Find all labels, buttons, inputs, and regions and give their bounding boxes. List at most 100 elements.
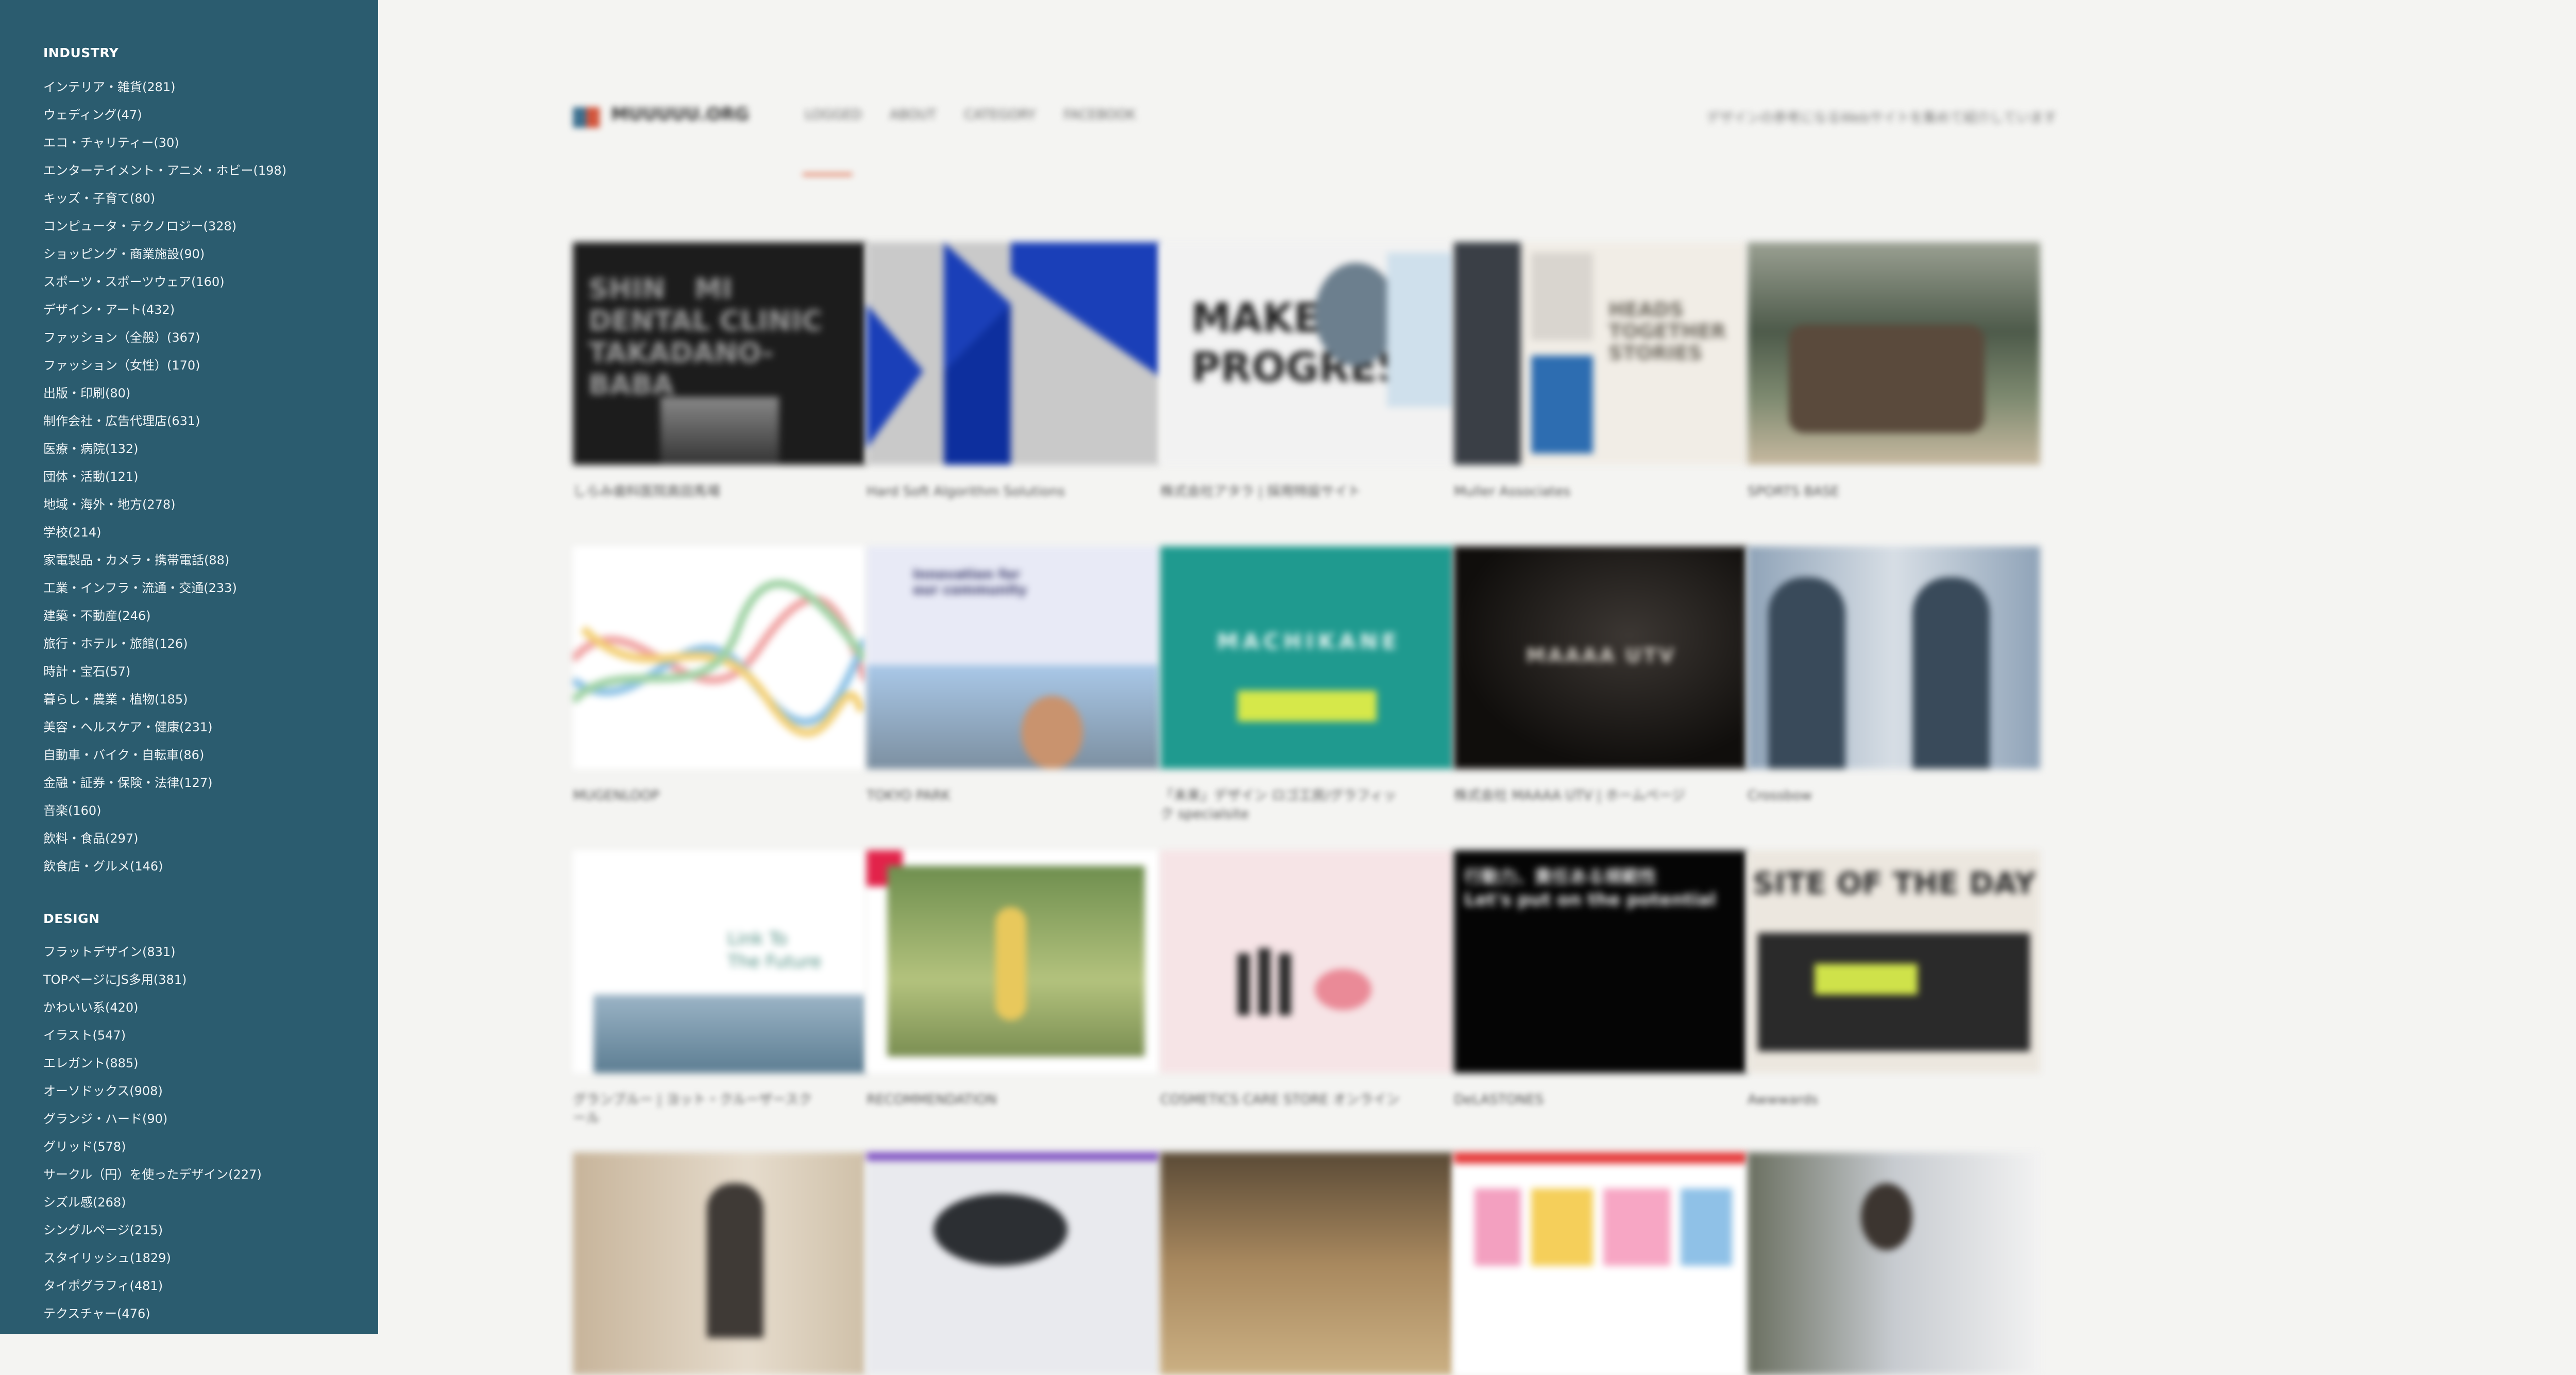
industry-category-item[interactable]: コンピュータ・テクノロジー(328) <box>43 212 286 240</box>
card-thumbnail[interactable]: SHIN MI DENTAL CLINIC TAKADANO- BABA <box>573 242 866 465</box>
card-thumbnail[interactable]: MAKE PROGRESS <box>1160 242 1453 465</box>
industry-category-item[interactable]: 出版・印刷(80) <box>43 379 286 407</box>
design-category-item[interactable]: スタイリッシュ(1829) <box>43 1244 262 1272</box>
card-caption[interactable]: Crossbow <box>1748 786 1995 805</box>
card-thumbnail[interactable]: SITE OF THE DAY <box>1748 850 2040 1073</box>
gallery-card[interactable]: SHIN MI DENTAL CLINIC TAKADANO- BABA しらみ… <box>573 242 866 501</box>
card-thumbnail[interactable]: MAAAA UTV <box>1454 546 1747 769</box>
card-thumbnail[interactable] <box>573 1152 866 1375</box>
card-thumbnail[interactable] <box>867 242 1159 465</box>
card-caption[interactable]: 株式会社 MAAAA UTV | ホームページ <box>1454 786 1701 805</box>
industry-category-item[interactable]: 金融・証券・保険・法律(127) <box>43 769 286 797</box>
design-category-item[interactable]: イラスト(547) <box>43 1021 262 1049</box>
card-caption[interactable]: DeLASTONES <box>1454 1091 1701 1109</box>
card-caption[interactable]: グランブルー | ヨット・クルーザースクール <box>573 1091 820 1128</box>
card-caption[interactable]: Muller Associates <box>1454 482 1701 501</box>
card-thumbnail[interactable] <box>1748 546 2040 769</box>
card-caption[interactable]: しらみ歯科医院高田馬場 <box>573 482 820 501</box>
industry-category-item[interactable]: ファッション（女性）(170) <box>43 351 286 379</box>
design-category-item[interactable]: シズル感(268) <box>43 1188 262 1216</box>
nav-item-facebook[interactable]: FACEBOOK <box>1063 107 1136 123</box>
gallery-card[interactable]: SPORTS BASE <box>1748 242 2040 501</box>
industry-category-item[interactable]: 時計・宝石(57) <box>43 658 286 685</box>
gallery-card[interactable] <box>1748 1152 2040 1375</box>
gallery-card[interactable]: MAAAA UTV 株式会社 MAAAA UTV | ホームページ <box>1454 546 1747 805</box>
gallery-card[interactable] <box>1454 1152 1747 1375</box>
card-thumbnail[interactable]: HEADS TOGETHER STORIES <box>1454 242 1747 465</box>
card-caption[interactable]: Awwwards <box>1748 1091 1995 1109</box>
nav-item-about[interactable]: ABOUT <box>890 107 937 123</box>
gallery-card[interactable]: SITE OF THE DAY Awwwards <box>1748 850 2040 1109</box>
industry-category-item[interactable]: エコ・チャリティー(30) <box>43 129 286 157</box>
industry-category-item[interactable]: 地域・海外・地方(278) <box>43 491 286 518</box>
gallery-card[interactable]: Link To The Future グランブルー | ヨット・クルーザースクー… <box>573 850 866 1128</box>
gallery-card[interactable] <box>573 1152 866 1375</box>
card-thumbnail[interactable]: Innovation for our community <box>867 546 1159 769</box>
card-caption[interactable]: Hard Soft Algorithm Solutions <box>867 482 1114 501</box>
design-category-item[interactable]: シングルページ(215) <box>43 1216 262 1244</box>
logo-icon[interactable] <box>573 107 600 128</box>
industry-category-item[interactable]: 制作会社・広告代理店(631) <box>43 407 286 435</box>
card-caption[interactable]: COSMETICS CARE STORE オンライン <box>1160 1091 1408 1109</box>
design-category-item[interactable]: かわいい系(420) <box>43 994 262 1021</box>
industry-category-item[interactable]: ファッション（全般）(367) <box>43 324 286 351</box>
industry-category-item[interactable]: インテリア・雑貨(281) <box>43 73 286 101</box>
industry-category-item[interactable]: ウェディング(47) <box>43 101 286 129</box>
gallery-card[interactable]: COSMETICS CARE STORE オンライン <box>1160 850 1453 1109</box>
gallery-card[interactable] <box>867 1152 1159 1375</box>
gallery-card[interactable]: Hard Soft Algorithm Solutions <box>867 242 1159 501</box>
gallery-card[interactable]: Innovation for our community TOKYO PARK <box>867 546 1159 805</box>
card-caption[interactable]: MUGENLOOP <box>573 786 820 805</box>
design-category-item[interactable]: グランジ・ハード(90) <box>43 1105 262 1133</box>
industry-category-item[interactable]: 美容・ヘルスケア・健康(231) <box>43 713 286 741</box>
industry-category-item[interactable]: 音楽(160) <box>43 797 286 825</box>
gallery-card[interactable]: MUGENLOOP <box>573 546 866 805</box>
industry-category-item[interactable]: 学校(214) <box>43 518 286 546</box>
industry-category-item[interactable]: 暮らし・農業・植物(185) <box>43 685 286 713</box>
industry-category-item[interactable]: 建築・不動産(246) <box>43 602 286 630</box>
industry-category-item[interactable]: ショッピング・商業施設(90) <box>43 240 286 268</box>
design-category-item[interactable]: TOPページにJS多用(381) <box>43 966 262 994</box>
industry-category-item[interactable]: 飲食店・グルメ(146) <box>43 852 286 880</box>
card-thumbnail[interactable] <box>1748 1152 2040 1375</box>
industry-category-item[interactable]: 家電製品・カメラ・携帯電話(88) <box>43 546 286 574</box>
industry-category-item[interactable]: キッズ・子育て(80) <box>43 185 286 212</box>
design-category-item[interactable]: エレガント(885) <box>43 1049 262 1077</box>
card-thumbnail[interactable] <box>1748 242 2040 465</box>
card-caption[interactable]: RECOMMENDATION <box>867 1091 1114 1109</box>
site-logo-text[interactable]: MUUUUU.ORG <box>611 104 749 125</box>
nav-item-category[interactable]: CATEGORY <box>964 107 1036 123</box>
industry-category-item[interactable]: 自動車・バイク・自転車(86) <box>43 741 286 769</box>
industry-category-item[interactable]: 団体・活動(121) <box>43 463 286 491</box>
card-thumbnail[interactable] <box>1160 850 1453 1073</box>
card-thumbnail[interactable]: 行動力、責任ある規範性 Let's put on the potential <box>1454 850 1747 1073</box>
industry-category-item[interactable]: 医療・病院(132) <box>43 435 286 463</box>
card-caption[interactable]: 「未来」デザイン ロゴ工房/グラフィック specialsite <box>1160 786 1408 824</box>
nav-item-logged[interactable]: LOGGED <box>805 107 862 123</box>
gallery-card[interactable]: MACHIKANE 「未来」デザイン ロゴ工房/グラフィック specialsi… <box>1160 546 1453 824</box>
card-caption[interactable]: SPORTS BASE <box>1748 482 1995 501</box>
industry-category-item[interactable]: 工業・インフラ・流通・交通(233) <box>43 574 286 602</box>
card-thumbnail[interactable]: MACHIKANE <box>1160 546 1453 769</box>
card-thumbnail[interactable] <box>1160 1152 1453 1375</box>
gallery-card[interactable]: 行動力、責任ある規範性 Let's put on the potential D… <box>1454 850 1747 1109</box>
card-thumbnail[interactable] <box>867 850 1159 1073</box>
industry-category-item[interactable]: 旅行・ホテル・旅館(126) <box>43 630 286 658</box>
card-thumbnail[interactable] <box>867 1152 1159 1375</box>
gallery-card[interactable]: HEADS TOGETHER STORIES Muller Associates <box>1454 242 1747 501</box>
gallery-card[interactable]: Crossbow <box>1748 546 2040 805</box>
card-thumbnail[interactable]: Link To The Future <box>573 850 866 1073</box>
card-caption[interactable]: 株式会社アタラ | 採用特設サイト <box>1160 482 1408 501</box>
industry-category-item[interactable]: エンターテイメント・アニメ・ホビー(198) <box>43 157 286 185</box>
card-thumbnail[interactable] <box>573 546 866 769</box>
card-thumbnail[interactable] <box>1454 1152 1747 1375</box>
industry-category-item[interactable]: デザイン・アート(432) <box>43 296 286 324</box>
design-category-item[interactable]: タイポグラフィ(481) <box>43 1272 262 1300</box>
card-caption[interactable]: TOKYO PARK <box>867 786 1114 805</box>
design-category-item[interactable]: テクスチャー(476) <box>43 1300 262 1328</box>
gallery-card[interactable]: MAKE PROGRESS 株式会社アタラ | 採用特設サイト <box>1160 242 1453 501</box>
gallery-card[interactable]: RECOMMENDATION <box>867 850 1159 1109</box>
industry-category-item[interactable]: スポーツ・スポーツウェア(160) <box>43 268 286 296</box>
gallery-card[interactable] <box>1160 1152 1453 1375</box>
industry-category-item[interactable]: 飲料・食品(297) <box>43 825 286 852</box>
